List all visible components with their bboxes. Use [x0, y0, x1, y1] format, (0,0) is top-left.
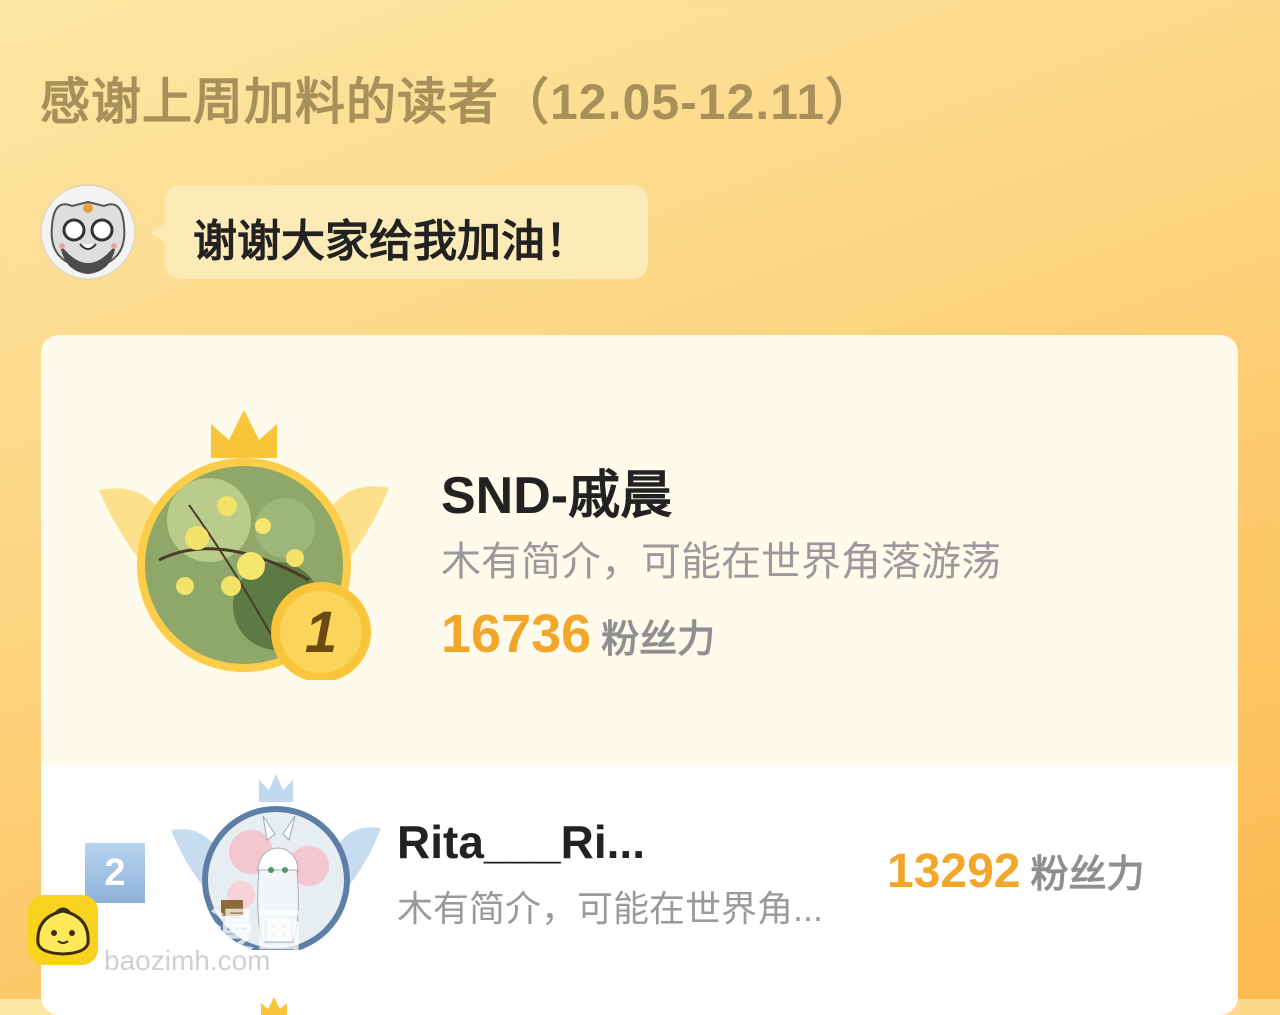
watermark: 包子漫画 baozimh.com — [26, 893, 326, 983]
rank-1-score-value: 16736 — [441, 604, 592, 664]
page-title: 感谢上周加料的读者（12.05-12.11） — [40, 74, 877, 130]
crown-icon — [211, 410, 277, 458]
rank-1-bio: 木有简介，可能在世界角落游荡 — [441, 540, 1001, 584]
rank-1-avatar-badge[interactable]: 1 — [99, 410, 389, 682]
bun-logo-icon — [28, 895, 98, 965]
rank-2-name[interactable]: Rita___Ri... — [397, 815, 645, 869]
rank-1-score: 16736 粉丝力 — [441, 603, 715, 665]
rank-2-score-value: 13292 — [887, 845, 1021, 898]
rank-1-number: 1 — [305, 600, 337, 665]
rank-3-crown-icon — [261, 997, 287, 1015]
watermark-url: baozimh.com — [104, 945, 271, 976]
rank-1-name[interactable]: SND-戚晨 — [441, 453, 672, 528]
rank-1-score-unit: 粉丝力 — [601, 619, 716, 661]
rank-2-score-unit: 粉丝力 — [1030, 854, 1145, 896]
speech-bubble: 谢谢大家给我加油！ — [151, 185, 648, 279]
mascot-avatar — [42, 186, 134, 278]
rank-first-section[interactable]: 1 SND-戚晨 木有简介，可能在世界角落游荡 16736 粉丝力 — [41, 335, 1238, 765]
rank-2-score: 13292 粉丝力 — [887, 843, 1145, 899]
rank-2-bio: 木有简介，可能在世界角... — [397, 888, 824, 929]
speech-text: 谢谢大家给我加油！ — [193, 217, 589, 266]
silver-crown-icon — [259, 774, 293, 802]
